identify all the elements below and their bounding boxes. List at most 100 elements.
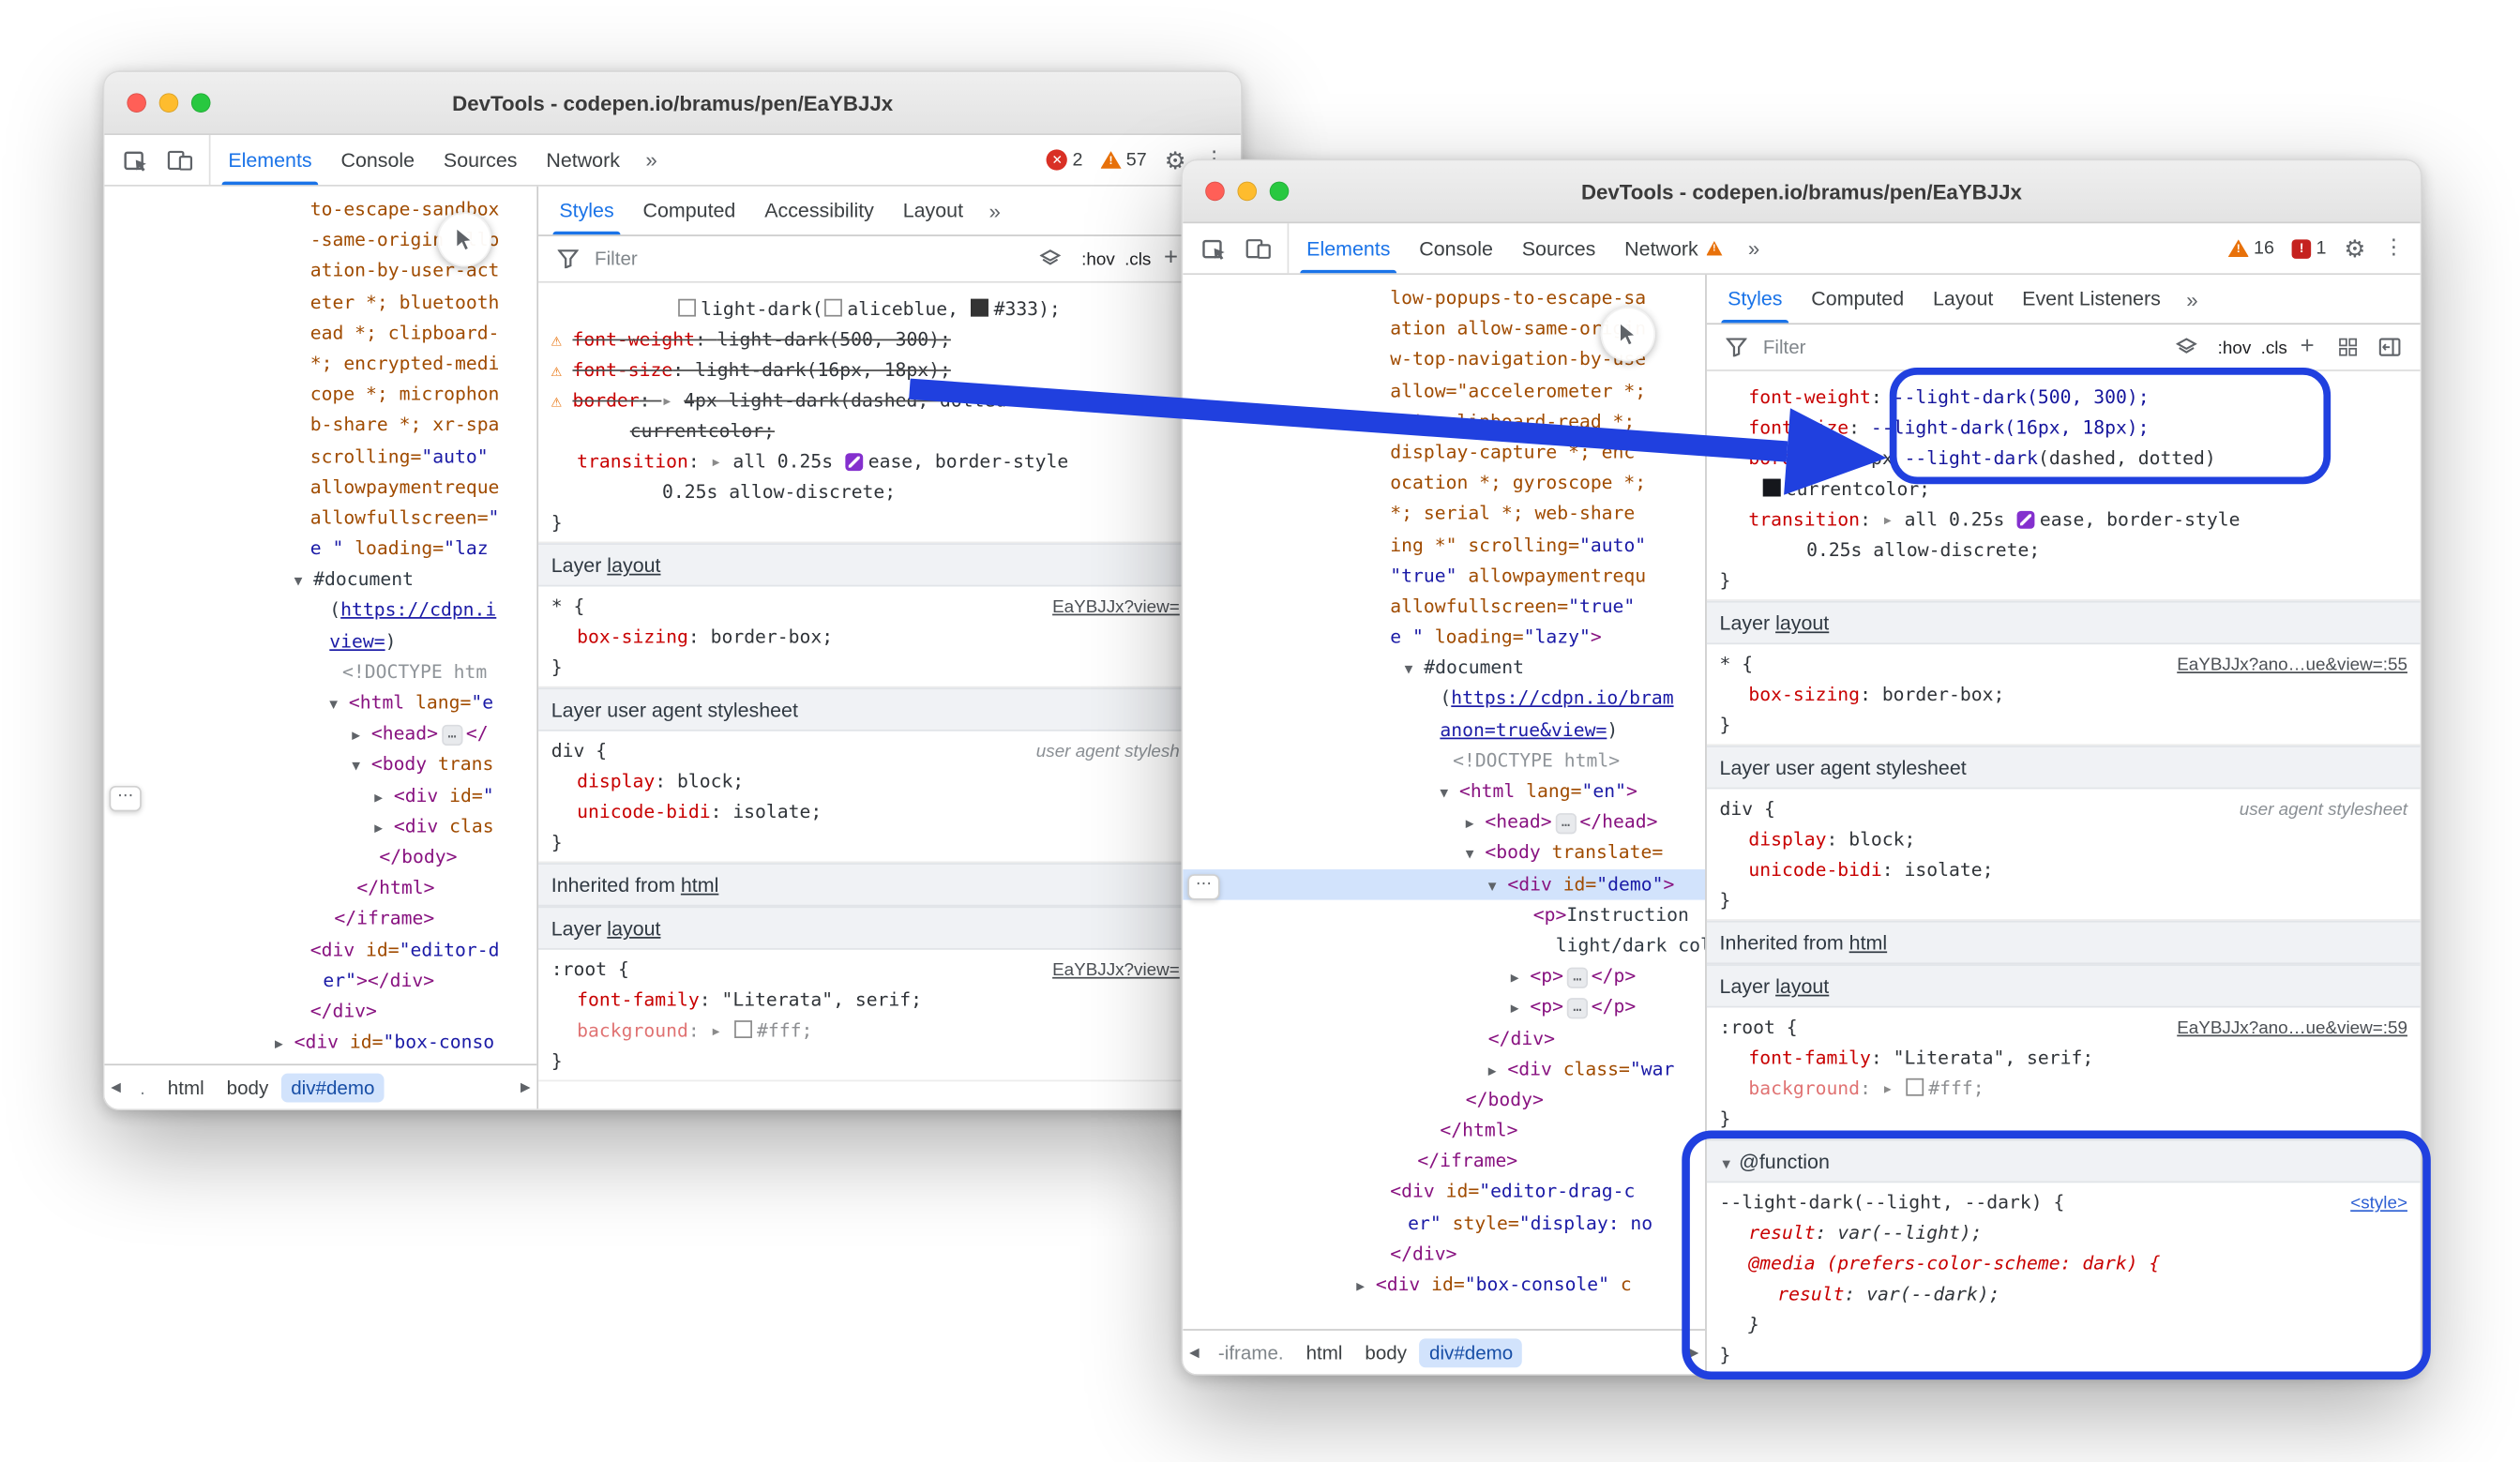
settings-gear-icon[interactable]: ⚙ xyxy=(2344,234,2365,263)
sidebar-tab-computed[interactable]: Computed xyxy=(1797,275,1919,323)
style-control-hov[interactable]: :hov xyxy=(2213,339,2256,359)
close-window-button[interactable] xyxy=(127,93,146,113)
style-declaration-row[interactable]: result: var(--dark); xyxy=(1707,1279,2421,1310)
breadcrumb-item-div#demo[interactable]: div#demo xyxy=(1420,1338,1523,1367)
grid-icon[interactable] xyxy=(2333,338,2362,357)
dom-tree-row[interactable]: ▼<html lang="en"> xyxy=(1183,776,1705,807)
dom-tree-row[interactable]: </div> xyxy=(1183,1239,1705,1270)
dom-tree-row[interactable]: (https://cdpn.i xyxy=(104,595,536,626)
dom-tree-row[interactable]: cope *; microphon xyxy=(104,380,536,411)
dom-tree-row[interactable]: "true" allowpaymentrequ xyxy=(1183,561,1705,592)
dom-tree-row[interactable]: ▼<body translate= xyxy=(1183,837,1705,868)
sidebar-tab-layout[interactable]: Layout xyxy=(888,187,977,234)
stylesheet-source-link[interactable]: EaYBJJx?view= xyxy=(1052,957,1180,987)
dom-tree-row[interactable]: ▶<p>…</p> xyxy=(1183,992,1705,1023)
sidebar-tab-styles[interactable]: Styles xyxy=(545,187,628,234)
dom-tree-row[interactable]: scrolling="auto" xyxy=(104,441,536,472)
color-swatch[interactable] xyxy=(1906,1078,1924,1096)
source-link[interactable]: html xyxy=(1849,932,1887,955)
more-options-kebab-icon[interactable]: ⋮ xyxy=(2383,236,2404,261)
zoom-window-button[interactable] xyxy=(1270,182,1290,202)
style-declaration-row[interactable]: font-family: "Literata", serif; xyxy=(538,985,1241,1016)
dom-tree-row[interactable]: a *; clipboard-read *; xyxy=(1183,406,1705,437)
color-swatch[interactable] xyxy=(678,299,696,317)
style-declaration-row[interactable]: ⚠ border: ▸ 4px light-dark(dashed, dotte… xyxy=(538,385,1241,416)
warning-badge[interactable]: !57 xyxy=(1100,150,1146,170)
minimize-window-button[interactable] xyxy=(1237,182,1257,202)
style-declaration-row[interactable]: } xyxy=(1707,885,2421,916)
dom-tree-row[interactable]: allow="accelerometer *; xyxy=(1183,375,1705,406)
sidebar-more-tabs-chevron[interactable]: » xyxy=(977,187,1011,234)
panel-tab-console[interactable]: Console xyxy=(1405,223,1507,273)
dom-tree-row[interactable]: er"></div> xyxy=(104,965,536,996)
dom-tree-row[interactable]: ead *; clipboard- xyxy=(104,318,536,349)
dom-tree-row[interactable]: ▶<div id="box-conso xyxy=(104,1027,536,1058)
dom-tree-row[interactable]: allowpaymentreque xyxy=(104,472,536,503)
style-declaration-row[interactable]: ⚠ font-weight: light-dark(500, 300); xyxy=(538,324,1241,355)
expand-children-button[interactable]: … xyxy=(441,725,462,746)
sidebar-tab-layout[interactable]: Layout xyxy=(1919,275,2008,323)
source-link[interactable]: https://cdpn.i xyxy=(340,598,496,621)
style-declaration-row[interactable]: 0.25s allow-discrete; xyxy=(538,477,1241,508)
close-window-button[interactable] xyxy=(1205,182,1225,202)
dom-tree-row[interactable]: ▶<head>…</head> xyxy=(1183,807,1705,838)
style-declaration-row[interactable]: } xyxy=(538,507,1241,538)
stylesheet-source-link[interactable]: EaYBJJx?view= xyxy=(1052,593,1180,624)
issue-badge[interactable]: !1 xyxy=(2292,238,2327,258)
style-declaration-row[interactable]: } xyxy=(538,653,1241,684)
source-link[interactable]: layout xyxy=(607,917,660,940)
style-declaration-row[interactable]: light-dark(aliceblue, #333); xyxy=(538,294,1241,325)
style-declaration-row[interactable]: ⚠ font-size: light-dark(16px, 18px); xyxy=(538,355,1241,386)
style-declaration-row[interactable]: * {EaYBJJx?ano…ue&view=:55 xyxy=(1707,649,2421,680)
dom-tree-row[interactable]: <!DOCTYPE htm xyxy=(104,657,536,688)
warning-badge[interactable]: !16 xyxy=(2228,238,2274,258)
style-declaration-row[interactable]: * {EaYBJJx?view= xyxy=(538,592,1241,623)
color-swatch[interactable] xyxy=(972,299,989,317)
dom-tree-row[interactable]: (https://cdpn.io/bram xyxy=(1183,684,1705,715)
panel-tab-console[interactable]: Console xyxy=(326,135,429,185)
dom-tree-row[interactable]: anon=true&view=) xyxy=(1183,715,1705,746)
sidebar-tab-styles[interactable]: Styles xyxy=(1713,275,1797,323)
dom-tree-row[interactable]: ▶<div class="war xyxy=(1183,1054,1705,1085)
dom-tree-row[interactable]: ▶<div clas xyxy=(104,811,536,842)
style-declaration-row[interactable]: unicode-bidi: isolate; xyxy=(1707,855,2421,886)
style-declaration-row[interactable]: font-size: --light-dark(16px, 18px); xyxy=(1707,413,2421,444)
style-control-cls[interactable]: .cls xyxy=(1120,250,1156,270)
panel-tab-sources[interactable]: Sources xyxy=(430,135,532,185)
titlebar[interactable]: DevTools - codepen.io/bramus/pen/EaYBJJx xyxy=(1183,160,2420,223)
style-declaration-row[interactable]: } xyxy=(1707,1104,2421,1135)
panel-tab-network[interactable]: Network! xyxy=(1610,223,1737,273)
styles-filter-input[interactable]: Filter xyxy=(1763,336,1806,358)
style-declaration-row[interactable]: box-sizing: border-box; xyxy=(1707,680,2421,711)
source-link[interactable]: view= xyxy=(329,629,385,652)
dom-tree-row[interactable]: display-capture *; enc xyxy=(1183,437,1705,468)
dom-tree-row[interactable]: e " loading="lazy"> xyxy=(1183,622,1705,653)
color-swatch[interactable] xyxy=(824,299,842,317)
zoom-window-button[interactable] xyxy=(191,93,211,113)
dom-tree-row[interactable]: </iframe> xyxy=(1183,1146,1705,1177)
more-tabs-chevron[interactable]: » xyxy=(634,135,668,185)
style-control-hov[interactable]: :hov xyxy=(1077,250,1120,270)
dom-tree-row[interactable]: allowfullscreen="true" xyxy=(1183,591,1705,622)
breadcrumb-scroll-right[interactable]: ▶ xyxy=(1689,1331,1699,1374)
dom-tree-row[interactable]: </html> xyxy=(104,873,536,904)
dom-tree-row[interactable]: </body> xyxy=(104,842,536,873)
dom-tree-row[interactable]: </div> xyxy=(1183,1023,1705,1054)
style-declaration-row[interactable]: transition: ▸ all 0.25s ease, border-sty… xyxy=(538,446,1241,477)
source-link[interactable]: layout xyxy=(1775,975,1829,998)
stylesheet-source-link[interactable]: <style> xyxy=(2350,1189,2407,1220)
source-link[interactable]: html xyxy=(681,874,718,897)
breadcrumb-item-.[interactable]: . xyxy=(130,1073,155,1102)
style-declaration-row[interactable]: font-family: "Literata", serif; xyxy=(1707,1043,2421,1074)
style-declaration-row[interactable]: 0.25s allow-discrete; xyxy=(1707,535,2421,566)
style-declaration-row[interactable]: currentcolor; xyxy=(1707,475,2421,505)
layers-icon[interactable] xyxy=(1034,249,1065,269)
style-declaration-row[interactable]: :root {EaYBJJx?ano…ue&view=:59 xyxy=(1707,1013,2421,1044)
dom-tree-row[interactable]: ▼#document xyxy=(1183,653,1705,684)
style-declaration-row[interactable]: background: ▸ #fff; xyxy=(538,1016,1241,1047)
dom-tree-row[interactable]: ▶<div id="box-console" c xyxy=(1183,1270,1705,1301)
style-declaration-row[interactable]: } xyxy=(1707,1340,2421,1371)
style-declaration-row[interactable]: } xyxy=(538,828,1241,859)
style-declaration-row[interactable]: :root {EaYBJJx?view= xyxy=(538,955,1241,986)
breadcrumb-item-body[interactable]: body xyxy=(217,1073,278,1102)
